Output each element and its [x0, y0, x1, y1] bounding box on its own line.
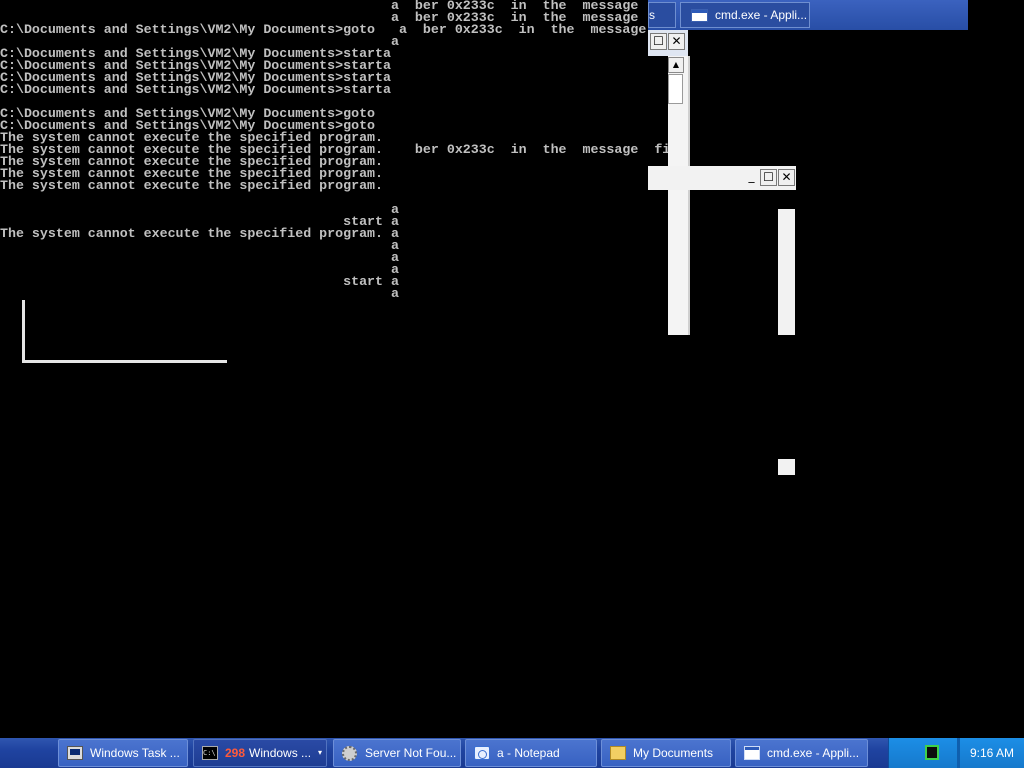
maximize-button[interactable]: ☐ — [760, 169, 777, 186]
scroll-up-button[interactable]: ▲ — [668, 57, 684, 73]
taskbar-button-label: Server Not Fou... — [365, 746, 457, 760]
taskbar-button-cmd[interactable]: cmd.exe - Appli... — [735, 739, 868, 767]
gear-icon — [342, 746, 357, 761]
console-window-background: a ber 0x233c in the message fil a ber 0x… — [0, 0, 1024, 738]
folder-icon — [610, 746, 626, 760]
taskbar-button-notepad[interactable]: a - Notepad — [465, 739, 597, 767]
window-count-badge: 298 — [225, 746, 246, 760]
window-icon — [744, 746, 760, 760]
chevron-down-icon: ▾ — [317, 748, 322, 757]
close-button[interactable]: ✕ — [668, 33, 685, 50]
close-button[interactable]: ✕ — [778, 169, 795, 186]
taskbar-button-label: cmd.exe - Appli... — [767, 746, 860, 760]
taskbar-button-task-manager[interactable]: Windows Task ... — [58, 739, 188, 767]
task-manager-icon — [67, 746, 83, 760]
artifact-white-strip — [778, 209, 795, 335]
artifact-task-button[interactable]: s — [648, 2, 676, 28]
scrollbar-thumb[interactable] — [668, 74, 683, 104]
taskbar-button-label: Windows ... — [249, 746, 312, 760]
network-monitor-icon[interactable] — [925, 745, 939, 760]
artifact-task-button-cmd[interactable]: cmd.exe - Appli... — [680, 2, 810, 28]
taskbar-button-label: My Documents — [633, 746, 714, 760]
artifact-white-block — [778, 459, 795, 475]
clock[interactable]: 9:16 AM — [959, 738, 1024, 768]
cmd-icon: C:\ — [202, 746, 218, 760]
system-tray: 9:16 AM — [888, 738, 1024, 768]
taskbar-button-label: a - Notepad — [497, 746, 560, 760]
artifact-task-label: s — [649, 8, 655, 22]
artifact-task-label: cmd.exe - Appli... — [715, 8, 808, 22]
console-line: C:\Documents and Settings\VM2\My Documen… — [0, 82, 391, 97]
taskbar-button-my-documents[interactable]: My Documents — [601, 739, 731, 767]
taskbar: Windows Task ... C:\ 298 Windows ... ▾ Se… — [0, 738, 1024, 768]
console-line: The system cannot execute the specified … — [0, 178, 384, 193]
selection-rectangle-artifact — [22, 300, 227, 363]
window-icon — [691, 9, 708, 22]
taskbar-button-server-not-found[interactable]: Server Not Fou... — [333, 739, 461, 767]
maximize-button[interactable]: ☐ — [650, 33, 667, 50]
taskbar-button-windows-group[interactable]: C:\ 298 Windows ... ▾ — [193, 739, 327, 767]
minimize-button[interactable]: _ — [743, 169, 760, 186]
taskbar-button-label: Windows Task ... — [90, 746, 180, 760]
notepad-icon — [474, 746, 490, 760]
artifact-border — [688, 56, 690, 335]
console-line: a — [0, 286, 399, 301]
